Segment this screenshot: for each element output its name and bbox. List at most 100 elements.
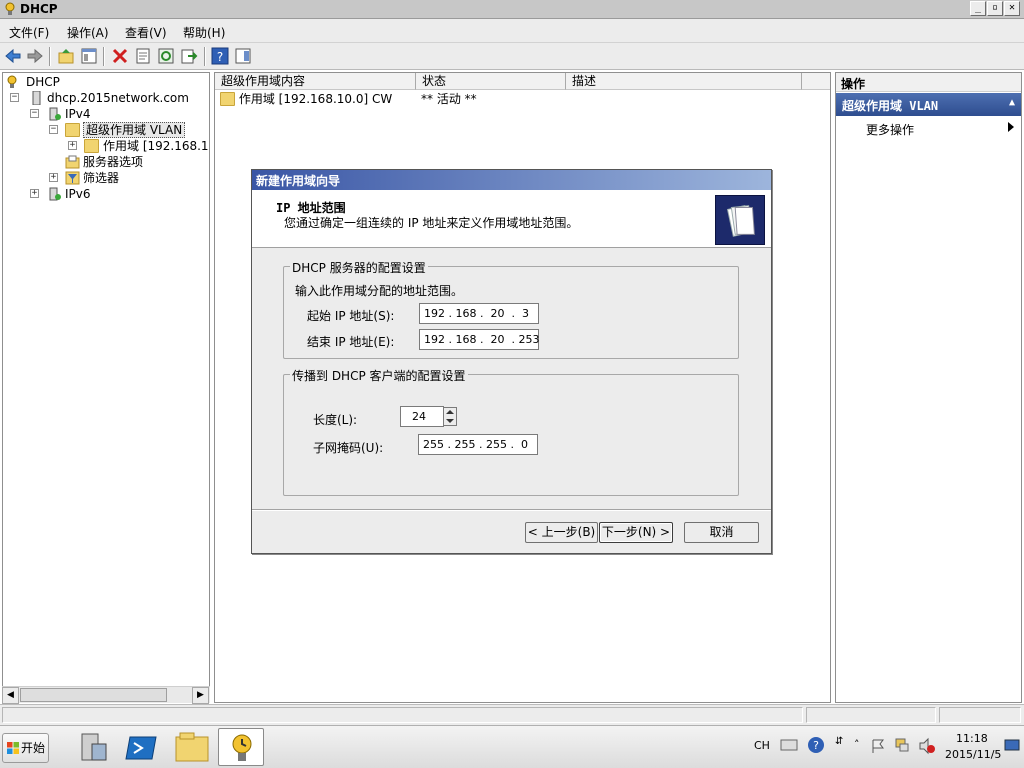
table-row[interactable]: 作用域 [192.168.10.0] CW (220, 91, 392, 107)
actions-title: 操作 (836, 73, 1021, 92)
range-instruction: 输入此作用域分配的地址范围。 (295, 284, 464, 298)
clock-date[interactable]: 2015/11/5 (945, 748, 1001, 761)
length-input[interactable]: 24 (400, 406, 444, 427)
button-divider (252, 509, 771, 511)
export-list-icon[interactable] (180, 47, 198, 65)
expand-icon[interactable]: + (49, 173, 58, 182)
server-icon (32, 91, 41, 105)
language-indicator[interactable]: CH (754, 739, 770, 752)
status-bar (0, 704, 1024, 725)
help-icon[interactable]: ? (211, 47, 229, 65)
tree-item-ipv6[interactable]: + IPv6 (5, 186, 91, 202)
ime-options-icon[interactable]: ⇵ (835, 736, 843, 747)
tree-label: dhcp.2015network.com (47, 91, 189, 105)
explorer-folder-icon[interactable] (172, 729, 212, 766)
expand-icon[interactable]: + (30, 189, 39, 198)
tree-label-selected: 超级作用域 VLAN (83, 122, 186, 138)
tree-item-filters[interactable]: + 筛选器 (5, 170, 119, 186)
menu-view[interactable]: 查看(V) (125, 24, 167, 41)
filter-icon (65, 171, 80, 185)
toolbar-separator (204, 47, 206, 66)
tree-item-server-options[interactable]: 服务器选项 (5, 154, 143, 170)
back-arrow-icon[interactable] (4, 47, 22, 65)
window-title: DHCP (20, 2, 58, 16)
submenu-arrow-icon[interactable] (1008, 122, 1014, 132)
length-label: 长度(L): (313, 413, 358, 427)
column-header-status[interactable]: 状态 (416, 73, 566, 90)
subnet-mask-input[interactable]: 255 . 255 . 255 . 0 (418, 434, 538, 455)
start-ip-input[interactable]: 192 . 168 . 20 . 3 (419, 303, 539, 324)
tree-horizontal-scrollbar[interactable]: ◀ ▶ (2, 686, 210, 704)
forward-arrow-icon[interactable] (26, 47, 44, 65)
menu-action[interactable]: 操作(A) (67, 24, 109, 41)
show-desktop-icon[interactable] (1004, 739, 1020, 753)
collapse-icon[interactable]: − (30, 109, 39, 118)
collapse-caret-icon[interactable]: ▲ (1009, 97, 1015, 108)
restore-button[interactable]: ▫ (987, 1, 1003, 16)
wizard-title: 新建作用域向导 (252, 170, 771, 190)
scroll-left-icon[interactable]: ◀ (2, 687, 19, 704)
start-ip-label: 起始 IP 地址(S): (307, 309, 395, 323)
column-header-content[interactable]: 超级作用域内容 (215, 73, 416, 90)
title-bar: DHCP _ ▫ ✕ (0, 0, 1024, 19)
menu-file[interactable]: 文件(F) (9, 24, 49, 41)
up-folder-icon[interactable] (57, 47, 75, 65)
tree-label: 作用域 [192.168.10 (103, 139, 210, 153)
clock-time[interactable]: 11:18 (956, 732, 988, 745)
show-action-pane-icon[interactable] (234, 47, 252, 65)
next-button[interactable]: 下一步(N) > (599, 522, 673, 543)
volume-muted-icon[interactable] (918, 737, 936, 755)
help-tray-icon[interactable]: ? (807, 736, 825, 754)
taskbar-dhcp-active[interactable] (218, 728, 264, 766)
refresh-icon[interactable] (157, 47, 175, 65)
properties-icon[interactable] (134, 47, 152, 65)
expand-icon[interactable]: + (68, 141, 77, 150)
actions-section-superscope[interactable]: 超级作用域 VLAN ▲ (836, 93, 1021, 116)
delete-icon[interactable] (111, 47, 129, 65)
minimize-button[interactable]: _ (970, 1, 986, 16)
folder-icon (220, 92, 235, 106)
tree-label: 筛选器 (83, 171, 120, 185)
more-actions-link[interactable]: 更多操作 (866, 121, 914, 138)
stepper-down-icon[interactable] (446, 419, 454, 423)
client-config-group: 传播到 DHCP 客户端的配置设置 长度(L): 24 子网掩码(U): 255… (283, 367, 739, 496)
toolbar-separator (103, 47, 105, 66)
keyboard-icon[interactable] (780, 737, 798, 753)
row-status: ** 活动 ** (421, 92, 477, 106)
menu-help[interactable]: 帮助(H) (183, 24, 225, 41)
powershell-icon[interactable] (122, 729, 162, 766)
status-cell (2, 707, 803, 723)
tree-item-scope[interactable]: + 作用域 [192.168.10 (5, 138, 210, 154)
tree-item-server[interactable]: − dhcp.2015network.com (5, 90, 189, 106)
start-label: 开始 (21, 741, 46, 755)
tree-item-ipv4[interactable]: − IPv4 (5, 106, 91, 122)
end-ip-input[interactable]: 192 . 168 . 20 . 253 (419, 329, 539, 350)
toolbar-separator (49, 47, 51, 66)
back-button[interactable]: < 上一步(B) (525, 522, 598, 543)
server-manager-icon[interactable] (72, 729, 112, 766)
length-stepper[interactable] (443, 407, 457, 426)
close-button[interactable]: ✕ (1004, 1, 1020, 16)
console-tree: DHCP − dhcp.2015network.com − IPv4 − 超级作… (2, 72, 210, 703)
new-scope-wizard-dialog: 新建作用域向导 IP 地址范围 您通过确定一组连续的 IP 地址来定义作用域地址… (251, 169, 772, 554)
scroll-thumb[interactable] (20, 688, 167, 702)
tree-item-superscope[interactable]: − 超级作用域 VLAN (5, 122, 186, 138)
end-ip-label: 结束 IP 地址(E): (307, 335, 395, 349)
cancel-button[interactable]: 取消 (684, 522, 759, 543)
actions-pane: 操作 超级作用域 VLAN ▲ 更多操作 (835, 72, 1022, 703)
network-icon[interactable] (894, 737, 910, 753)
collapse-icon[interactable]: − (10, 93, 19, 102)
tree-item-dhcp[interactable]: DHCP (5, 74, 60, 90)
taskbar: 开始 CH ? ⇵ ˄ 11:18 2015/11/5 (0, 725, 1024, 768)
show-hide-tree-icon[interactable] (80, 47, 98, 65)
collapse-icon[interactable]: − (49, 125, 58, 134)
dhcp-app-icon (5, 2, 15, 15)
wizard-folders-icon (715, 195, 765, 245)
show-hidden-icons-icon[interactable]: ˄ (854, 738, 860, 751)
column-header-description[interactable]: 描述 (566, 73, 802, 90)
start-button[interactable]: 开始 (2, 733, 49, 763)
action-center-flag-icon[interactable] (870, 738, 886, 754)
scroll-right-icon[interactable]: ▶ (192, 687, 209, 704)
wizard-subheading: 您通过确定一组连续的 IP 地址来定义作用域地址范围。 (284, 216, 579, 230)
stepper-up-icon[interactable] (446, 410, 454, 414)
